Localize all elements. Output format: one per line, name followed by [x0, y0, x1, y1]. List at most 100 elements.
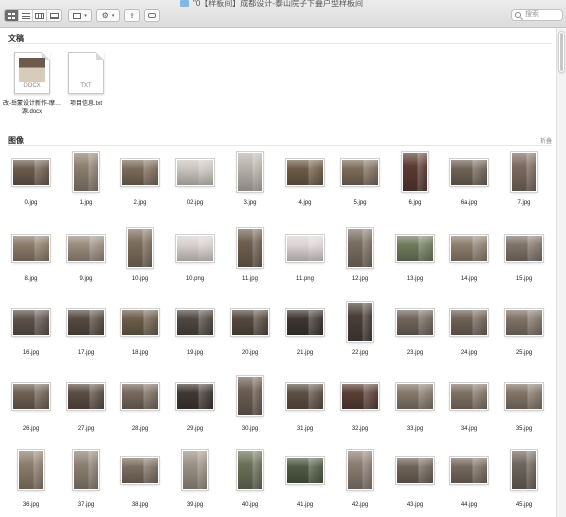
image-thumbnail[interactable] — [396, 235, 434, 262]
image-thumbnail[interactable] — [237, 376, 263, 416]
image-thumbnail[interactable] — [237, 152, 263, 192]
image-file-name[interactable]: 40.jpg — [222, 502, 278, 508]
image-file-name[interactable]: 22.jpg — [332, 350, 388, 356]
image-file-name[interactable]: 11.png — [277, 276, 333, 282]
tag-button[interactable] — [144, 9, 160, 22]
image-thumbnail[interactable] — [396, 309, 434, 336]
image-file-name[interactable]: 29.jpg — [167, 426, 223, 432]
image-file-name[interactable]: 26.jpg — [3, 426, 59, 432]
image-thumbnail[interactable] — [176, 235, 214, 262]
image-file-name[interactable]: 15.jpg — [496, 276, 552, 282]
image-thumbnail[interactable] — [505, 383, 543, 410]
image-file-name[interactable]: 21.jpg — [277, 350, 333, 356]
image-thumbnail[interactable] — [286, 457, 324, 484]
image-thumbnail[interactable] — [450, 235, 488, 262]
image-thumbnail[interactable] — [402, 152, 428, 192]
image-thumbnail[interactable] — [67, 235, 105, 262]
image-thumbnail[interactable] — [231, 309, 269, 336]
image-thumbnail[interactable] — [450, 457, 488, 484]
image-thumbnail[interactable] — [341, 383, 379, 410]
image-thumbnail[interactable] — [67, 383, 105, 410]
image-thumbnail[interactable] — [18, 450, 44, 490]
image-thumbnail[interactable] — [347, 228, 373, 268]
image-file-name[interactable]: 6a.jpg — [441, 200, 497, 206]
image-file-name[interactable]: 14.jpg — [441, 276, 497, 282]
image-file-name[interactable]: 2.jpg — [112, 200, 168, 206]
image-thumbnail[interactable] — [286, 383, 324, 410]
image-file-name[interactable]: 31.jpg — [277, 426, 333, 432]
image-thumbnail[interactable] — [12, 235, 50, 262]
scrollbar-thumb[interactable] — [559, 32, 564, 72]
image-file-name[interactable]: 02.jpg — [167, 200, 223, 206]
image-file-name[interactable]: 41.jpg — [277, 502, 333, 508]
image-thumbnail[interactable] — [237, 450, 263, 490]
image-file-name[interactable]: 12.jpg — [332, 276, 388, 282]
image-thumbnail[interactable] — [347, 450, 373, 490]
image-thumbnail[interactable] — [450, 383, 488, 410]
image-file-name[interactable]: 0.jpg — [3, 200, 59, 206]
image-file-name[interactable]: 42.jpg — [332, 502, 388, 508]
image-thumbnail[interactable] — [286, 159, 324, 186]
image-file-name[interactable]: 23.jpg — [387, 350, 443, 356]
docx-file-icon[interactable]: DOCX — [14, 52, 50, 94]
image-thumbnail[interactable] — [176, 159, 214, 186]
image-thumbnail[interactable] — [121, 457, 159, 484]
image-thumbnail[interactable] — [73, 152, 99, 192]
image-thumbnail[interactable] — [505, 309, 543, 336]
image-thumbnail[interactable] — [12, 309, 50, 336]
image-file-name[interactable]: 9.jpg — [58, 276, 114, 282]
image-file-name[interactable]: 25.jpg — [496, 350, 552, 356]
image-file-name[interactable]: 16.jpg — [3, 350, 59, 356]
image-file-name[interactable]: 39.jpg — [167, 502, 223, 508]
column-view-button[interactable] — [33, 10, 47, 21]
share-button[interactable]: ⇪ — [124, 9, 140, 22]
image-thumbnail[interactable] — [450, 159, 488, 186]
image-file-name[interactable]: 37.jpg — [58, 502, 114, 508]
image-file-name[interactable]: 30.jpg — [222, 426, 278, 432]
image-thumbnail[interactable] — [396, 457, 434, 484]
collapse-button[interactable]: 折叠 — [540, 136, 552, 145]
image-file-name[interactable]: 24.jpg — [441, 350, 497, 356]
image-thumbnail[interactable] — [286, 309, 324, 336]
image-file-name[interactable]: 8.jpg — [3, 276, 59, 282]
group-by-button[interactable]: ▾ — [68, 9, 92, 22]
image-thumbnail[interactable] — [286, 235, 324, 262]
image-file-name[interactable]: 13.jpg — [387, 276, 443, 282]
image-file-name[interactable]: 5.jpg — [332, 200, 388, 206]
image-file-name[interactable]: 27.jpg — [58, 426, 114, 432]
icon-view-button[interactable] — [5, 10, 19, 21]
search-field[interactable]: 搜索 — [511, 9, 563, 21]
image-thumbnail[interactable] — [121, 159, 159, 186]
image-thumbnail[interactable] — [182, 450, 208, 490]
image-file-name[interactable]: 45.jpg — [496, 502, 552, 508]
image-file-name[interactable]: 3.jpg — [222, 200, 278, 206]
image-file-name[interactable]: 33.jpg — [387, 426, 443, 432]
image-file-name[interactable]: 7.jpg — [496, 200, 552, 206]
image-thumbnail[interactable] — [396, 383, 434, 410]
image-thumbnail[interactable] — [12, 159, 50, 186]
image-thumbnail[interactable] — [121, 309, 159, 336]
image-thumbnail[interactable] — [121, 383, 159, 410]
txt-file-icon[interactable]: TXT — [68, 52, 104, 94]
image-thumbnail[interactable] — [347, 302, 373, 342]
image-file-name[interactable]: 11.jpg — [222, 276, 278, 282]
image-file-name[interactable]: 19.jpg — [167, 350, 223, 356]
list-view-button[interactable] — [19, 10, 33, 21]
image-file-name[interactable]: 34.jpg — [441, 426, 497, 432]
image-thumbnail[interactable] — [511, 152, 537, 192]
image-file-name[interactable]: 43.jpg — [387, 502, 443, 508]
image-file-name[interactable]: 6.jpg — [387, 200, 443, 206]
image-file-name[interactable]: 18.jpg — [112, 350, 168, 356]
image-thumbnail[interactable] — [237, 228, 263, 268]
image-file-name[interactable]: 28.jpg — [112, 426, 168, 432]
image-file-name[interactable]: 36.jpg — [3, 502, 59, 508]
image-file-name[interactable]: 10.png — [167, 276, 223, 282]
image-thumbnail[interactable] — [511, 450, 537, 490]
image-file-name[interactable]: 32.jpg — [332, 426, 388, 432]
image-file-name[interactable]: 1.jpg — [58, 200, 114, 206]
image-file-name[interactable]: 20.jpg — [222, 350, 278, 356]
image-thumbnail[interactable] — [12, 383, 50, 410]
image-thumbnail[interactable] — [127, 228, 153, 268]
image-file-name[interactable]: 38.jpg — [112, 502, 168, 508]
image-file-name[interactable]: 44.jpg — [441, 502, 497, 508]
